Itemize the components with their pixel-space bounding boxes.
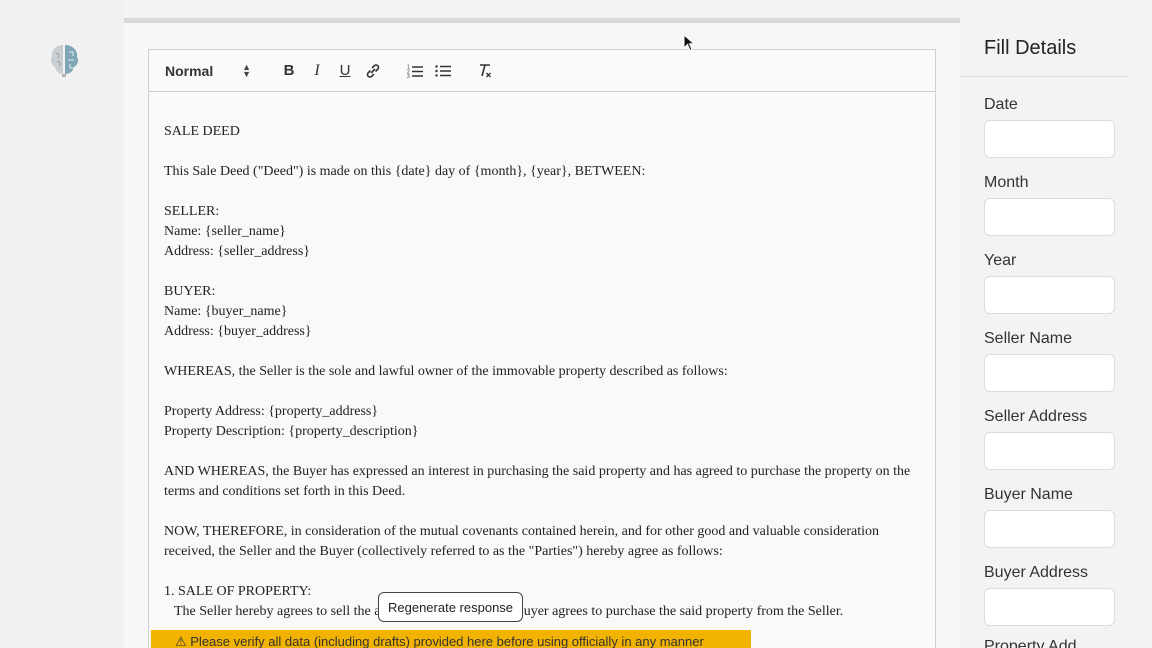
app-window: Normal ▲ ▼ B I U 123 SALE DEED This Sale…	[0, 0, 1152, 648]
format-select[interactable]: Normal ▲ ▼	[165, 61, 251, 79]
doc-title: SALE DEED	[164, 124, 240, 139]
doc-buyer-address: Address: {buyer_address}	[164, 324, 312, 339]
field-buyer-address: Buyer Address	[984, 564, 1116, 626]
bold-icon[interactable]: B	[275, 59, 303, 83]
svg-text:3: 3	[407, 74, 410, 78]
brain-logo-icon[interactable]	[48, 42, 82, 78]
clear-format-icon[interactable]	[471, 59, 499, 83]
doc-buyer-name: Name: {buyer_name}	[164, 304, 288, 319]
date-input[interactable]	[984, 120, 1115, 158]
rich-text-editor[interactable]: Normal ▲ ▼ B I U 123 SALE DEED This Sale…	[148, 49, 936, 648]
fill-details-panel: Fill Details Date Month Year Seller Name…	[960, 0, 1152, 648]
doc-and-whereas: AND WHEREAS, the Buyer has expressed an …	[164, 464, 911, 499]
field-seller-address: Seller Address	[984, 408, 1116, 470]
doc-property-address: Property Address: {property_address}	[164, 404, 379, 419]
field-label: Year	[984, 252, 1017, 269]
field-label: Buyer Address	[984, 564, 1089, 581]
left-rail	[0, 0, 124, 648]
field-label: Seller Address	[984, 408, 1088, 425]
doc-now-therefore: NOW, THEREFORE, in consideration of the …	[164, 524, 879, 559]
doc-section1-head: 1. SALE OF PROPERTY:	[164, 584, 312, 599]
doc-seller-name: Name: {seller_name}	[164, 224, 286, 239]
field-seller-name: Seller Name	[984, 330, 1116, 392]
underline-icon[interactable]: U	[331, 59, 359, 83]
field-buyer-name: Buyer Name	[984, 486, 1116, 548]
doc-seller-address: Address: {seller_address}	[164, 244, 311, 259]
warning-banner: ⚠ Please verify all data (including draf…	[151, 630, 751, 648]
field-label: Seller Name	[984, 330, 1073, 347]
field-year: Year	[984, 252, 1116, 314]
editor-toolbar: Normal ▲ ▼ B I U 123	[149, 50, 935, 92]
panel-divider	[960, 76, 1128, 77]
field-label: Buyer Name	[984, 486, 1073, 503]
format-select-label: Normal	[165, 62, 214, 79]
document-body[interactable]: SALE DEED This Sale Deed ("Deed") is mad…	[149, 92, 935, 622]
doc-intro: This Sale Deed ("Deed") is made on this …	[164, 164, 646, 179]
year-input[interactable]	[984, 276, 1115, 314]
field-label: Date	[984, 96, 1018, 113]
italic-icon[interactable]: I	[303, 59, 331, 83]
seller-name-input[interactable]	[984, 354, 1115, 392]
seller-address-input[interactable]	[984, 432, 1115, 470]
field-month: Month	[984, 174, 1116, 236]
regenerate-response-button[interactable]: Regenerate response	[378, 592, 524, 622]
doc-whereas: WHEREAS, the Seller is the sole and lawf…	[164, 364, 728, 379]
month-input[interactable]	[984, 198, 1115, 236]
field-date: Date	[984, 96, 1116, 158]
ordered-list-icon[interactable]: 123	[401, 59, 429, 83]
buyer-name-input[interactable]	[984, 510, 1115, 548]
link-icon[interactable]	[359, 59, 387, 83]
buyer-address-input[interactable]	[984, 588, 1115, 626]
main-column: Normal ▲ ▼ B I U 123 SALE DEED This Sale…	[124, 18, 960, 648]
doc-seller-head: SELLER:	[164, 204, 220, 219]
doc-property-description: Property Description: {property_descript…	[164, 424, 419, 439]
select-arrows-icon: ▲ ▼	[242, 61, 251, 79]
field-property-address: Property Add...	[984, 638, 1116, 648]
panel-title: Fill Details	[984, 37, 1077, 59]
doc-buyer-head: BUYER:	[164, 284, 216, 299]
doc-section1-body: The Seller hereby agrees to sell the a..…	[174, 604, 844, 619]
field-label: Property Add...	[984, 638, 1090, 648]
mouse-pointer-icon	[683, 34, 695, 52]
field-label: Month	[984, 174, 1029, 191]
bullet-list-icon[interactable]	[429, 59, 457, 83]
